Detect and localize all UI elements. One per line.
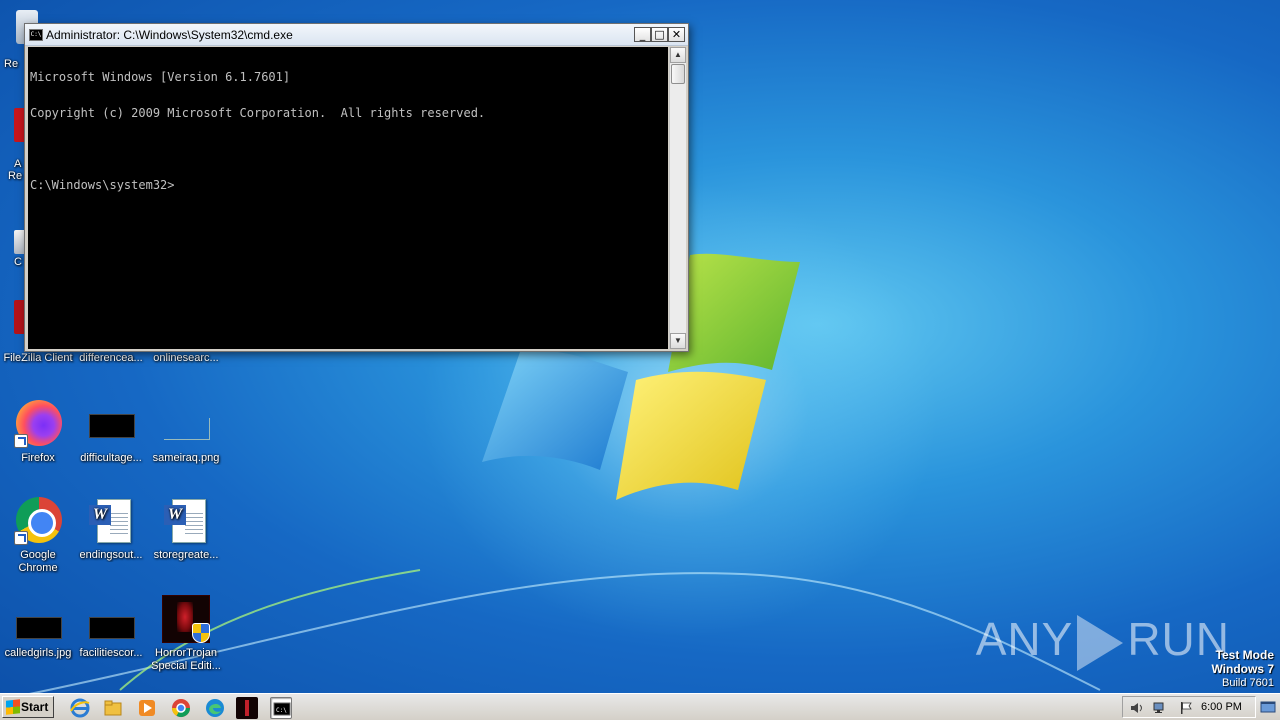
svg-text:C:\: C:\ bbox=[276, 707, 287, 714]
image-thumbnail-icon bbox=[87, 595, 135, 643]
desktop-icon-label: differencea... bbox=[79, 352, 143, 364]
network-icon[interactable] bbox=[1153, 701, 1167, 715]
window-titlebar[interactable]: C:\ Administrator: C:\Windows\System32\c… bbox=[25, 24, 688, 46]
desktop-icon-label: HorrorTrojan Special Editi... bbox=[151, 647, 221, 672]
console-output[interactable]: Microsoft Windows [Version 6.1.7601] Cop… bbox=[28, 47, 668, 349]
desktop-icon-calledgirls[interactable]: calledgirls.jpg bbox=[0, 595, 76, 660]
desktop-icon-firefox[interactable]: Firefox bbox=[0, 400, 76, 465]
image-thumbnail-icon bbox=[14, 595, 62, 643]
watermark-text-left: ANY bbox=[975, 613, 1074, 665]
cmd-icon[interactable]: C:\ bbox=[270, 697, 292, 719]
desktop-icon-sameiraq[interactable]: sameiraq.png bbox=[148, 400, 224, 465]
shortcut-arrow-icon bbox=[14, 434, 28, 448]
desktop-icon-label: facilitiescor... bbox=[79, 647, 143, 659]
maximize-button[interactable]: □ bbox=[651, 27, 668, 42]
minimize-button[interactable]: _ bbox=[634, 27, 651, 42]
chrome-icon[interactable] bbox=[170, 697, 192, 719]
desktop-icon-label: endingsout... bbox=[79, 549, 143, 561]
start-label: Start bbox=[21, 700, 49, 714]
volume-icon[interactable] bbox=[1129, 701, 1143, 715]
desktop-icon-label: Firefox bbox=[21, 452, 55, 464]
test-mode-label: Test Mode bbox=[1215, 648, 1274, 662]
windows-flag-icon bbox=[6, 699, 20, 715]
desktop-icon-facilitiescor[interactable]: facilitiescor... bbox=[73, 595, 149, 660]
desktop-icon-chrome[interactable]: Google Chrome bbox=[0, 497, 76, 575]
logo-yellow-pane bbox=[616, 371, 766, 500]
scroll-up-arrow-icon[interactable]: ▲ bbox=[670, 47, 686, 63]
scroll-down-arrow-icon[interactable]: ▼ bbox=[670, 333, 686, 349]
os-version-label: Windows 7 bbox=[1211, 662, 1274, 676]
desktop-icon-label: sameiraq.png bbox=[152, 452, 220, 464]
shortcut-arrow-icon bbox=[14, 531, 28, 545]
word-document-icon: W bbox=[87, 497, 135, 545]
image-thumbnail-icon bbox=[87, 400, 135, 448]
desktop-icon-endingsout[interactable]: W endingsout... bbox=[73, 497, 149, 562]
word-document-icon: W bbox=[162, 497, 210, 545]
console-prompt[interactable]: C:\Windows\system32> bbox=[30, 179, 666, 191]
play-logo-icon bbox=[1077, 614, 1124, 671]
media-player-icon[interactable] bbox=[136, 697, 158, 719]
desktop-icon-difficultage[interactable]: difficultage... bbox=[73, 400, 149, 465]
desktop-icon-label: storegreate... bbox=[153, 549, 219, 561]
explorer-folder-icon[interactable] bbox=[102, 697, 124, 719]
taskbar: Start C:\ 6:00 PM bbox=[0, 693, 1280, 720]
vertical-scrollbar[interactable]: ▲ ▼ bbox=[669, 47, 686, 349]
desktop-icon-label: Google Chrome bbox=[18, 549, 58, 574]
horror-trojan-icon bbox=[162, 595, 210, 643]
anyrun-watermark: ANY RUN bbox=[976, 612, 1230, 671]
edge-icon[interactable] bbox=[204, 697, 226, 719]
desktop-icon-storegreate[interactable]: W storegreate... bbox=[148, 497, 224, 562]
close-button[interactable]: ✕ bbox=[668, 27, 685, 42]
action-center-flag-icon[interactable] bbox=[1179, 701, 1193, 715]
window-title: Administrator: C:\Windows\System32\cmd.e… bbox=[46, 28, 293, 42]
start-button[interactable]: Start bbox=[2, 696, 54, 718]
show-desktop-icon[interactable] bbox=[1259, 697, 1277, 717]
cmd-window[interactable]: C:\ Administrator: C:\Windows\System32\c… bbox=[24, 23, 689, 352]
desktop-icon-label: FileZilla Client bbox=[3, 352, 73, 364]
internet-explorer-icon[interactable] bbox=[69, 697, 91, 719]
cmd-icon[interactable]: C:\ bbox=[29, 29, 43, 41]
uac-shield-icon bbox=[192, 623, 210, 643]
scroll-thumb[interactable] bbox=[671, 64, 685, 84]
desktop-icon-horrortrojan[interactable]: HorrorTrojan Special Editi... bbox=[148, 595, 224, 673]
logo-blue-pane bbox=[482, 350, 628, 470]
console-line: Microsoft Windows [Version 6.1.7601] bbox=[30, 70, 291, 84]
image-thumbnail-icon bbox=[162, 400, 210, 448]
build-label: Build 7601 bbox=[1222, 677, 1274, 689]
desktop-icon-label: onlinesearc... bbox=[153, 352, 219, 364]
desktop-icon-onlinesearc[interactable]: onlinesearc... bbox=[148, 352, 224, 365]
desktop-icon-differencea[interactable]: differencea... bbox=[73, 352, 149, 365]
desktop-icon-label: calledgirls.jpg bbox=[4, 647, 72, 659]
desktop-icon-label: difficultage... bbox=[80, 452, 142, 464]
horror-trojan-icon[interactable] bbox=[236, 697, 258, 719]
test-mode-notice: Test Mode Windows 7 Build 7601 bbox=[1211, 648, 1274, 690]
recycle-bin-partial-label: Re bbox=[4, 58, 19, 70]
chrome-icon bbox=[14, 497, 62, 545]
console-line: Copyright (c) 2009 Microsoft Corporation… bbox=[30, 106, 486, 120]
desktop-icon-filezilla[interactable]: FileZilla Client bbox=[0, 352, 76, 365]
firefox-icon bbox=[14, 400, 62, 448]
system-tray: 6:00 PM bbox=[1122, 696, 1256, 718]
clock[interactable]: 6:00 PM bbox=[1201, 701, 1242, 713]
